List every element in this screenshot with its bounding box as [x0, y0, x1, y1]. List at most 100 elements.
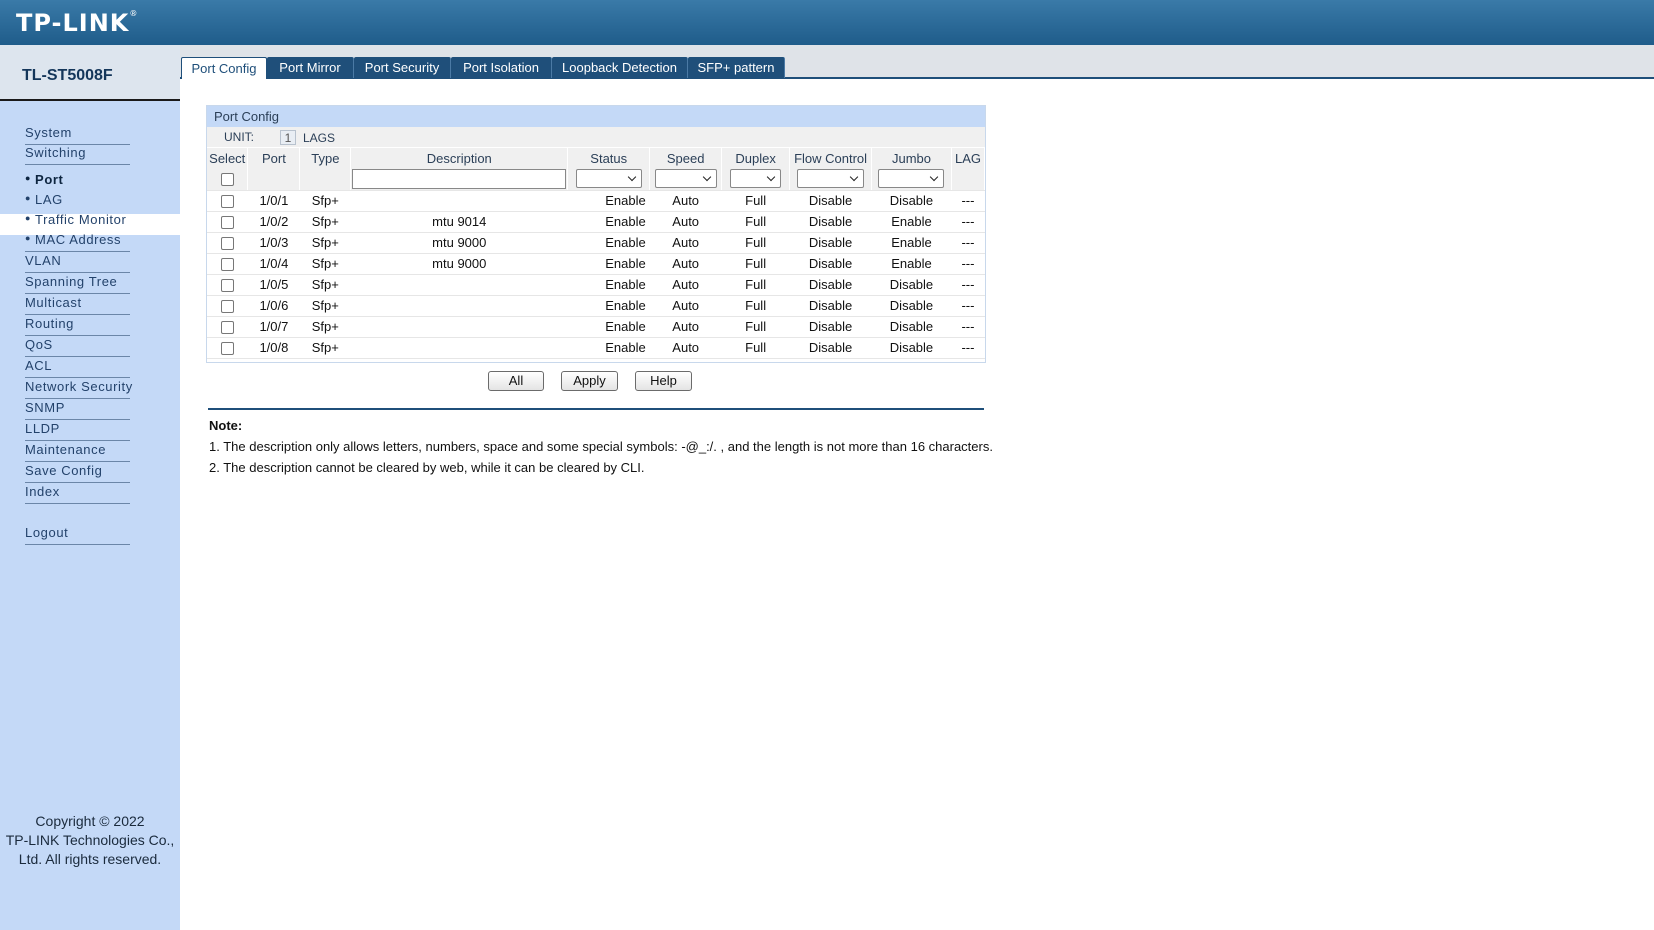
- cell-description: [350, 337, 568, 359]
- tab-port-isolation[interactable]: Port Isolation: [451, 57, 552, 78]
- copyright-line: Copyright © 2022: [35, 813, 145, 829]
- cell-duplex: Full: [721, 295, 790, 317]
- sidebar-item-qos[interactable]: QoS: [25, 337, 130, 357]
- cell-port: 1/0/7: [247, 316, 300, 338]
- row-select-checkbox[interactable]: [220, 300, 234, 314]
- sidebar-item-acl[interactable]: ACL: [25, 358, 130, 378]
- description-input[interactable]: [352, 168, 567, 189]
- cell-type: Sfp+: [299, 337, 351, 359]
- lags-link[interactable]: LAGS: [303, 131, 335, 145]
- apply-button[interactable]: Apply: [561, 371, 618, 391]
- help-button[interactable]: Help: [635, 371, 692, 391]
- tab-port-mirror[interactable]: Port Mirror: [267, 57, 354, 78]
- cell-flow-control: Disable: [789, 190, 872, 212]
- sidebar-item-switching[interactable]: Switching: [25, 145, 130, 165]
- cell-type: Sfp+: [299, 190, 351, 212]
- row-select-checkbox[interactable]: [220, 216, 234, 230]
- cell-port: 1/0/4: [247, 253, 300, 275]
- cell-speed: Auto: [649, 253, 722, 275]
- tab-port-security[interactable]: Port Security: [354, 57, 451, 78]
- cell-port: 1/0/8: [247, 337, 300, 359]
- sidebar-item-port[interactable]: ● Port: [25, 172, 63, 187]
- cell-jumbo: Disable: [871, 295, 952, 317]
- tab-loopback-detection[interactable]: Loopback Detection: [552, 57, 688, 78]
- cell-duplex: Full: [721, 337, 790, 359]
- cell-flow-control: Disable: [789, 337, 872, 359]
- row-select-checkbox[interactable]: [220, 195, 234, 209]
- sidebar-item-system[interactable]: System: [25, 125, 130, 145]
- cell-speed: Auto: [649, 316, 722, 338]
- tab-port-config[interactable]: Port Config: [181, 57, 267, 79]
- cell-select: [207, 316, 248, 338]
- note-title: Note:: [209, 418, 243, 433]
- sidebar-item-mac-address[interactable]: ● MAC Address: [25, 232, 130, 252]
- sidebar-item-logout[interactable]: Logout: [25, 525, 130, 545]
- sidebar-item-lldp[interactable]: LLDP: [25, 421, 130, 441]
- cell-description: [350, 190, 568, 212]
- filter-empty: [247, 168, 301, 191]
- note-line-1: 1. The description only allows letters, …: [209, 439, 993, 454]
- cell-port: 1/0/2: [247, 211, 300, 233]
- copyright: Copyright © 2022 TP-LINK Technologies Co…: [0, 812, 180, 869]
- sidebar-item-multicast[interactable]: Multicast: [25, 295, 130, 315]
- cell-select: [207, 253, 248, 275]
- note-line-2: 2. The description cannot be cleared by …: [209, 460, 645, 475]
- tab-sfp-pattern[interactable]: SFP+ pattern: [688, 57, 785, 78]
- row-select-checkbox[interactable]: [220, 279, 234, 293]
- cell-duplex: Full: [721, 190, 790, 212]
- sidebar-item-lag[interactable]: ● LAG: [25, 192, 63, 207]
- filter-empty: [299, 168, 352, 191]
- status-select[interactable]: [575, 169, 642, 189]
- select-all-checkbox[interactable]: [220, 173, 234, 187]
- cell-status: Enable: [567, 211, 650, 233]
- cell-description: mtu 9000: [350, 232, 568, 254]
- cell-lag: ---: [951, 337, 985, 359]
- sidebar-item-save-config[interactable]: Save Config: [25, 463, 130, 483]
- cell-speed: Auto: [649, 232, 722, 254]
- cell-type: Sfp+: [299, 295, 351, 317]
- device-model: TL-ST5008F: [22, 67, 113, 84]
- row-select-checkbox[interactable]: [220, 237, 234, 251]
- table-row: 1/0/4 Sfp+ mtu 9000 Enable Auto Full Disable En…: [207, 253, 985, 275]
- cell-status: Enable: [567, 295, 650, 317]
- col-status: Status: [567, 148, 651, 168]
- bullet-icon: ●: [25, 233, 32, 243]
- sidebar-item-network-security[interactable]: Network Security: [25, 379, 132, 399]
- cell-select: [207, 190, 248, 212]
- cell-lag: ---: [951, 253, 985, 275]
- unit-label: UNIT:: [224, 130, 254, 144]
- sidebar-item-vlan[interactable]: VLAN: [25, 253, 130, 273]
- row-select-checkbox[interactable]: [220, 321, 234, 335]
- sidebar-item-traffic-monitor[interactable]: ● Traffic Monitor: [25, 212, 126, 227]
- row-select-checkbox[interactable]: [220, 342, 234, 356]
- sidebar-item-snmp[interactable]: SNMP: [25, 400, 130, 420]
- cell-description: mtu 9014: [350, 211, 568, 233]
- unit-selector[interactable]: 1: [280, 130, 296, 145]
- duplex-select[interactable]: [730, 169, 782, 189]
- cell-type: Sfp+: [299, 232, 351, 254]
- bullet-icon: ●: [25, 193, 32, 203]
- sidebar-item-spanning-tree[interactable]: Spanning Tree: [25, 274, 130, 294]
- row-select-checkbox[interactable]: [220, 258, 234, 272]
- flow-control-select[interactable]: [797, 169, 865, 189]
- cell-type: Sfp+: [299, 253, 351, 275]
- cell-flow-control: Disable: [789, 253, 872, 275]
- cell-jumbo: Disable: [871, 190, 952, 212]
- cell-status: Enable: [567, 337, 650, 359]
- cell-status: Enable: [567, 190, 650, 212]
- cell-select: [207, 337, 248, 359]
- cell-port: 1/0/3: [247, 232, 300, 254]
- cell-jumbo: Enable: [871, 253, 952, 275]
- top-banner: TP-LINK®: [0, 0, 1654, 45]
- jumbo-select[interactable]: [878, 169, 945, 189]
- col-duplex: Duplex: [721, 148, 791, 168]
- panel-title: Port Config: [207, 106, 985, 127]
- col-flow-control: Flow Control: [789, 148, 873, 168]
- speed-select[interactable]: [654, 169, 717, 189]
- bullet-icon: ●: [25, 213, 32, 223]
- all-button[interactable]: All: [488, 371, 544, 391]
- sidebar-item-index[interactable]: Index: [25, 484, 130, 504]
- sidebar-item-routing[interactable]: Routing: [25, 316, 130, 336]
- copyright-line: Ltd. All rights reserved.: [18, 851, 162, 867]
- sidebar-item-maintenance[interactable]: Maintenance: [25, 442, 130, 462]
